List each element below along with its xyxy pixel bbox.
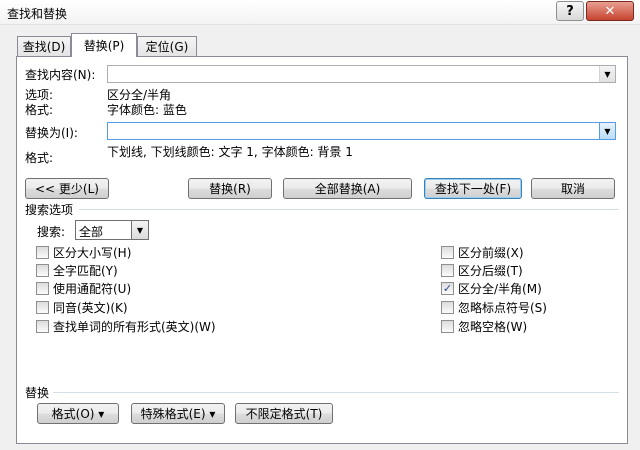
match-case-checkbox[interactable]: 区分大小写(H) [36,244,131,260]
special-format-button[interactable]: 特殊格式(E) ▾ [131,403,225,424]
check-icon[interactable]: ✓ [441,281,454,295]
find-format-value: 字体颜色: 蓝色 [107,103,187,117]
find-replace-dialog: 查找和替换 ? ✕ 查找(D) 替换(P) 定位(G) 查找内容(N): ▼ 选… [0,0,640,450]
checkbox-label: 全字匹配(Y) [53,263,118,278]
match-width-checkbox[interactable]: ✓ 区分全/半角(M) [441,280,542,296]
checkbox-label: 同音(英文)(K) [53,300,128,315]
cancel-button[interactable]: 取消 [531,178,615,199]
help-button[interactable]: ? [556,1,584,21]
all-word-forms-checkbox[interactable]: 查找单词的所有形式(英文)(W) [36,318,216,334]
less-button[interactable]: << 更少(L) [25,178,109,199]
ignore-whitespace-checkbox[interactable]: 忽略空格(W) [441,318,527,334]
wildcards-checkbox[interactable]: 使用通配符(U) [36,280,131,296]
search-options-title: 搜索选项 [25,203,74,217]
find-label: 查找内容(N): [25,68,96,82]
search-direction-dropdown-icon[interactable]: ▼ [131,221,148,239]
format-button[interactable]: 格式(O) ▾ [37,403,119,424]
replace-combo[interactable]: ▼ [107,122,616,140]
tab-goto[interactable]: 定位(G) [137,36,197,56]
replace-dropdown-icon[interactable]: ▼ [599,123,615,139]
checkbox-label: 忽略空格(W) [458,319,528,334]
checkbox-label: 区分全/半角(M) [458,281,542,296]
replace-all-button[interactable]: 全部替换(A) [283,178,412,199]
window-title: 查找和替换 [7,7,68,21]
checkbox-label: 查找单词的所有形式(英文)(W) [53,319,216,334]
checkbox-box[interactable] [441,245,454,259]
checkbox-box[interactable] [36,319,49,333]
checkbox-box[interactable] [36,245,49,259]
ignore-punctuation-checkbox[interactable]: 忽略标点符号(S) [441,299,547,315]
checkbox-label: 区分后缀(T) [458,263,523,278]
replace-section-divider [53,392,619,393]
search-options-divider [79,209,619,210]
checkbox-label: 区分大小写(H) [53,245,132,260]
search-direction-label: 搜索: [37,225,66,239]
find-next-button[interactable]: 查找下一处(F) [424,178,522,199]
checkbox-box[interactable] [441,300,454,314]
no-formatting-button[interactable]: 不限定格式(T) [235,403,333,424]
replace-button[interactable]: 替换(R) [188,178,272,199]
match-suffix-checkbox[interactable]: 区分后缀(T) [441,262,523,278]
tab-find[interactable]: 查找(D) [17,36,71,56]
checkbox-box[interactable] [36,263,49,277]
tab-panel-replace: 查找内容(N): ▼ 选项: 区分全/半角 格式: 字体颜色: 蓝色 替换为(I… [16,56,628,444]
replace-format-value: 下划线, 下划线颜色: 文字 1, 字体颜色: 背景 1 [107,145,353,159]
replace-section-title: 替换 [25,386,50,400]
checkbox-label: 忽略标点符号(S) [458,300,547,315]
title-bar: 查找和替换 ? ✕ [0,0,640,25]
search-direction-value: 全部 [79,225,104,239]
whole-word-checkbox[interactable]: 全字匹配(Y) [36,262,118,278]
replace-label: 替换为(I): [25,126,78,140]
match-prefix-checkbox[interactable]: 区分前缀(X) [441,244,524,260]
checkbox-box[interactable] [36,281,49,295]
find-format-label: 格式: [25,103,54,117]
close-button[interactable]: ✕ [586,1,634,21]
search-direction-select[interactable]: 全部 ▼ [75,220,149,240]
find-dropdown-icon[interactable]: ▼ [599,66,615,82]
find-combo[interactable]: ▼ [107,65,616,83]
checkbox-label: 区分前缀(X) [458,245,524,260]
checkbox-label: 使用通配符(U) [53,281,132,296]
replace-format-label: 格式: [25,151,54,165]
checkbox-box[interactable] [36,300,49,314]
checkbox-box[interactable] [441,319,454,333]
checkbox-box[interactable] [441,263,454,277]
sounds-like-checkbox[interactable]: 同音(英文)(K) [36,299,128,315]
tab-replace[interactable]: 替换(P) [71,33,137,57]
